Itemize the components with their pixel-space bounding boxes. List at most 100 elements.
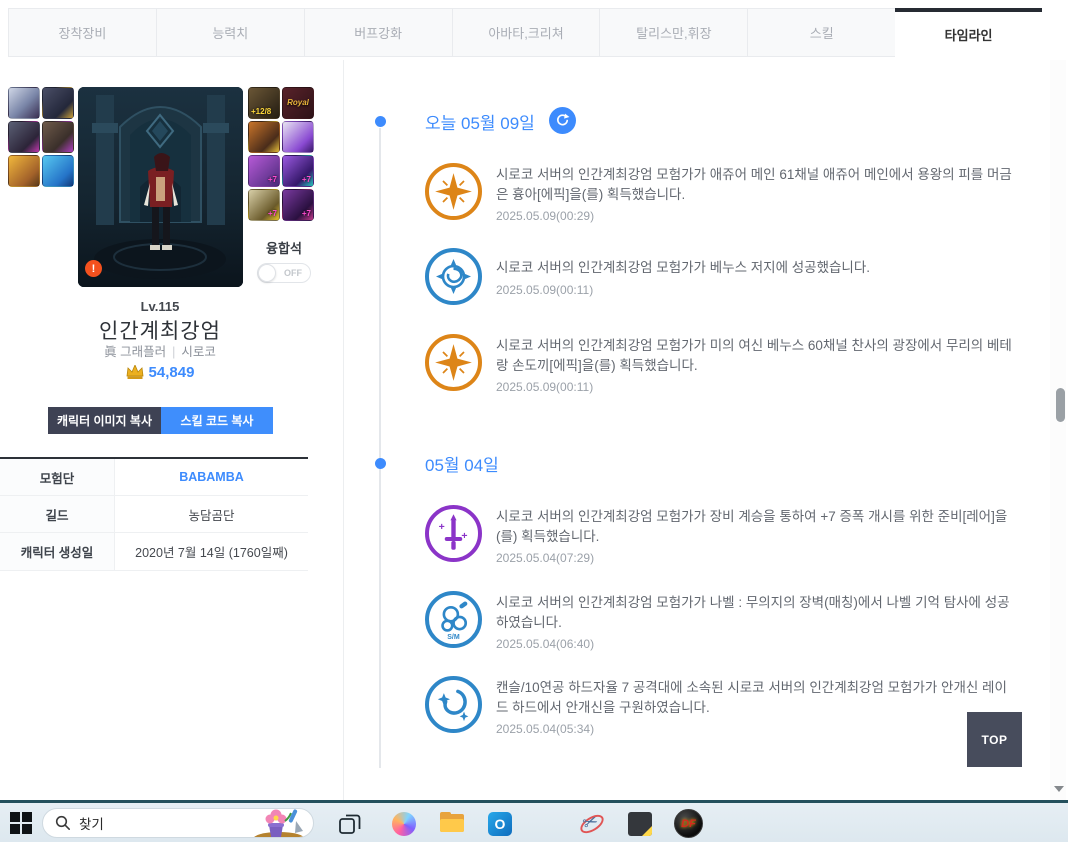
amplify-badge: +7 (301, 209, 311, 218)
search-icon (55, 815, 70, 830)
copy-character-image-button[interactable]: 캐릭터 이미지 복사 (48, 407, 161, 434)
timeline-entry-text: 시로코 서버의 인간계최강엄 모험가가 장비 계승을 통하여 +7 증폭 개시를… (496, 509, 1008, 544)
avatar-slot-grid (8, 87, 74, 187)
equipment-slot-icon[interactable]: +7 (282, 155, 314, 187)
scrollbar-track[interactable] (1050, 60, 1066, 800)
table-row: 모험단 BABAMBA (0, 459, 308, 496)
timeline-section-dot (375, 458, 386, 469)
character-timeline-page: 장착장비 능력치 버프강화 아바타,크리쳐 탈리스만,휘장 스킬 타임라인 ! … (0, 0, 1068, 842)
epic-item-icon (425, 334, 482, 391)
timeline-entry: S/M 시로코 서버의 인간계최강엄 모험가가 나벨 : 무의지의 장벽(매칭)… (425, 591, 1025, 651)
character-server: 시로코 (181, 345, 216, 359)
equip-upgrade-icon: + + (425, 505, 482, 562)
equipment-slot-icon[interactable]: +12/8 (248, 87, 280, 119)
row-label: 모험단 (0, 459, 115, 495)
tab-avatar-creature[interactable]: 아바타,크리쳐 (451, 8, 601, 57)
tab-timeline[interactable]: 타임라인 (895, 8, 1043, 57)
epic-item-icon (425, 163, 482, 220)
crown-icon (126, 365, 143, 379)
fusion-stone-label: 융합석 (266, 241, 302, 256)
fusion-stone-toggle[interactable]: OFF (257, 263, 311, 283)
amplify-badge: +7 (267, 175, 277, 184)
copy-buttons: 캐릭터 이미지 복사 스킬 코드 복사 (48, 407, 273, 434)
timeline-entry-text: 시로코 서버의 인간계최강엄 모험가가 나벨 : 무의지의 장벽(매칭)에서 나… (496, 595, 1010, 630)
equipment-slot-grid: +12/8 Royal +7 +7 +7 +7 (248, 87, 314, 221)
fame-row: 54,849 (0, 364, 320, 381)
refresh-button[interactable] (549, 107, 576, 134)
tab-equipment[interactable]: 장착장비 (8, 8, 157, 57)
equipment-slot-icon[interactable] (248, 121, 280, 153)
tab-bar: 장착장비 능력치 버프강화 아바타,크리쳐 탈리스만,휘장 스킬 타임라인 (8, 8, 1043, 57)
character-job: 眞 그래플러 (104, 345, 167, 359)
scrollbar-thumb[interactable] (1056, 388, 1065, 422)
copy-skill-code-button[interactable]: 스킬 코드 복사 (161, 407, 273, 434)
start-button[interactable] (10, 812, 34, 836)
timeline-entry-date: 2025.05.09(00:11) (496, 282, 594, 297)
equipment-slot-icon[interactable] (42, 121, 74, 153)
tab-skill[interactable]: 스킬 (747, 8, 897, 57)
equipment-slot-icon[interactable] (8, 87, 40, 119)
timeline-entry: 시로코 서버의 인간계최강엄 모험가가 베누스 저지에 성공했습니다. 2025… (425, 248, 1025, 305)
royal-badge: Royal (287, 98, 309, 107)
row-label: 길드 (0, 496, 115, 532)
scrollbar-down-arrow-icon[interactable] (1054, 786, 1064, 792)
table-row: 길드 농담곰단 (0, 496, 308, 533)
sticky-notes-icon[interactable] (628, 812, 652, 836)
tab-buff[interactable]: 버프강화 (303, 8, 453, 57)
timeline-entry-date: 2025.05.09(00:11) (496, 380, 594, 394)
amplify-badge: +7 (267, 209, 277, 218)
equipment-slot-icon[interactable] (282, 121, 314, 153)
timeline-entry-text: 시로코 서버의 인간계최강엄 모험가가 애쥬어 메인 61채널 애쥬어 메인에서… (496, 167, 1012, 202)
equipment-slot-icon[interactable] (8, 155, 40, 187)
search-input[interactable]: 찾기 (42, 808, 314, 838)
timeline-section-title: 05월 04일 (425, 456, 499, 475)
character-image: ! (78, 87, 243, 287)
raid-clear-icon (425, 676, 482, 733)
matching-dungeon-icon: S/M (425, 591, 482, 648)
scroll-to-top-button[interactable]: TOP (967, 712, 1022, 767)
timeline-entry-date: 2025.05.04(05:34) (496, 722, 595, 736)
subtitle-divider: | (172, 345, 176, 359)
table-row: 캐릭터 생성일 2020년 7월 14일 (1760일째) (0, 533, 308, 570)
tab-stats[interactable]: 능력치 (155, 8, 305, 57)
adventure-group-link[interactable]: BABAMBA (179, 470, 244, 484)
equipment-slot-icon[interactable]: +7 (248, 189, 280, 221)
timeline-axis (379, 128, 381, 768)
equipment-slot-icon[interactable]: +7 (282, 189, 314, 221)
timeline-entry: 캔슬/10연공 하드자율 7 공격대에 소속된 시로코 서버의 인간계최강엄 모… (425, 676, 1025, 736)
search-highlight-flower-icon (254, 809, 304, 837)
equipment-slot-icon[interactable]: Royal (282, 87, 314, 119)
timeline-entry-date: 2025.05.09(00:29) (496, 209, 595, 223)
refresh-icon (557, 113, 570, 126)
search-label: 찾기 (79, 817, 104, 832)
tab-talisman[interactable]: 탈리스만,휘장 (599, 8, 749, 57)
svg-text:+: + (439, 521, 445, 533)
dnf-game-icon[interactable]: DF (674, 809, 703, 838)
timeline-section-title: 오늘 05월 09일 (425, 114, 535, 133)
equipment-slot-icon[interactable] (42, 155, 74, 187)
character-subtitle: 眞 그래플러 | 시로코 (0, 341, 320, 360)
svg-text:+: + (461, 530, 467, 542)
alert-badge[interactable]: ! (85, 260, 102, 277)
timeline-entry-date: 2025.05.04(07:29) (496, 551, 595, 565)
equipment-slot-icon[interactable]: +7 (248, 155, 280, 187)
copilot-icon[interactable] (392, 812, 416, 836)
timeline-entry-text: 캔슬/10연공 하드자율 7 공격대에 소속된 시로코 서버의 인간계최강엄 모… (496, 680, 1007, 715)
file-explorer-icon[interactable] (440, 812, 464, 836)
fame-value: 54,849 (148, 364, 195, 381)
task-view-icon[interactable] (338, 812, 362, 836)
character-info-table: 모험단 BABAMBA 길드 농담곰단 캐릭터 생성일 2020년 7월 14일… (0, 457, 308, 571)
outlook-icon[interactable]: O (488, 812, 512, 836)
creation-date-value: 2020년 7월 14일 (1760일째) (135, 546, 288, 560)
equipment-slot-icon[interactable] (42, 87, 74, 119)
equipment-slot-icon[interactable] (8, 121, 40, 153)
timeline-entry: 시로코 서버의 인간계최강엄 모험가가 미의 여신 베누스 60채널 찬사의 광… (425, 334, 1025, 394)
snipping-tool-icon[interactable]: ✂ (577, 810, 607, 838)
timeline-section-dot (375, 116, 386, 127)
amplify-badge: +7 (301, 175, 311, 184)
guild-value: 농담곰단 (188, 508, 235, 523)
row-label: 캐릭터 생성일 (0, 533, 115, 570)
toggle-state-label: OFF (284, 268, 302, 278)
region-clear-icon (425, 248, 482, 305)
character-scene (78, 87, 243, 287)
